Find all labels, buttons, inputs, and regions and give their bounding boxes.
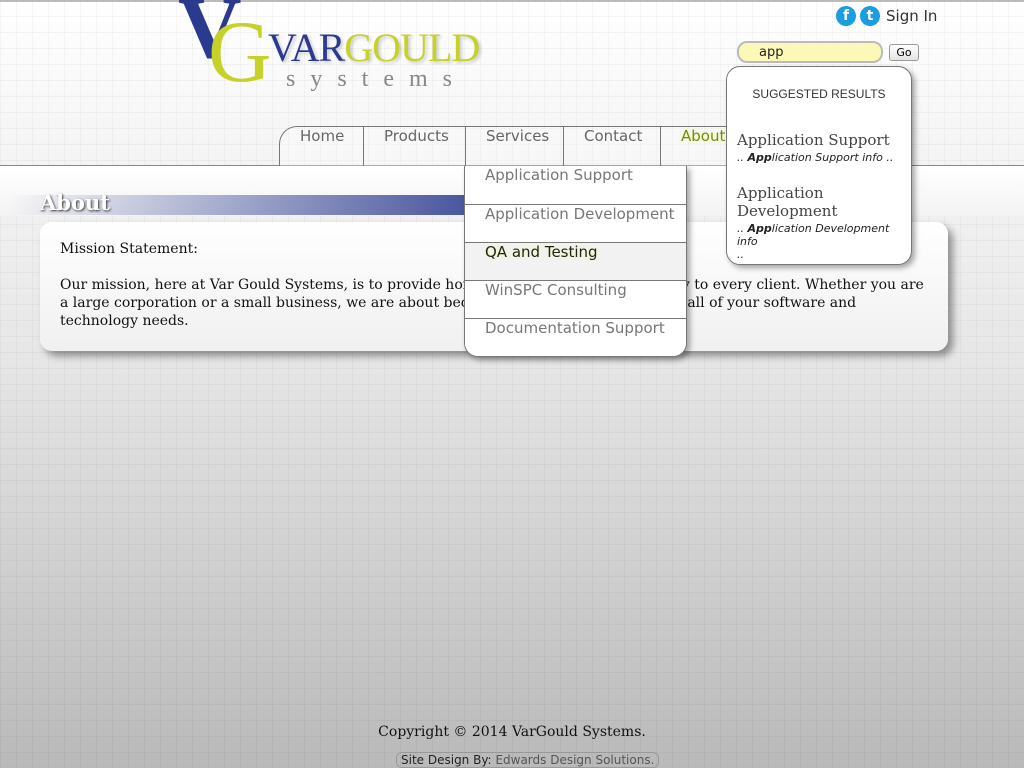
sign-in-link[interactable]: Sign In xyxy=(886,7,937,25)
search-go-button[interactable]: Go xyxy=(889,44,919,61)
facebook-icon[interactable]: f xyxy=(836,6,856,26)
search-input[interactable]: app xyxy=(737,41,883,63)
site-credit[interactable]: Site Design By: Edwards Design Solutions… xyxy=(396,752,660,768)
logo-g: G xyxy=(208,4,272,101)
logo[interactable]: V G VARGOULD systems xyxy=(178,0,480,101)
page-title: About xyxy=(40,190,110,215)
menu-winspc-consulting[interactable]: WinSPC Consulting xyxy=(465,280,686,318)
menu-qa-testing[interactable]: QA and Testing xyxy=(465,242,686,280)
menu-documentation-support[interactable]: Documentation Support xyxy=(465,318,686,356)
suggestion-title: Application Development xyxy=(737,184,838,220)
menu-application-support[interactable]: Application Support xyxy=(465,166,686,204)
suggestion-desc: .. Application Support info .. xyxy=(737,151,894,164)
logo-tagline: systems xyxy=(286,66,468,92)
social-links: f t Sign In xyxy=(836,6,937,26)
nav-services[interactable]: Services xyxy=(465,127,563,166)
suggestion-item[interactable]: Application Development .. Application D… xyxy=(737,184,901,261)
suggested-results-panel: SUGGESTED RESULTS Application Support ..… xyxy=(726,66,912,265)
suggestion-desc: .. Application Development info.. xyxy=(737,222,890,261)
nav-home[interactable]: Home xyxy=(280,127,363,166)
nav-products[interactable]: Products xyxy=(363,127,465,166)
menu-application-development[interactable]: Application Development xyxy=(465,204,686,242)
copyright: Copyright © 2014 VarGould Systems. xyxy=(378,724,646,740)
suggestion-title: Application Support xyxy=(737,131,890,149)
suggested-results-title: SUGGESTED RESULTS xyxy=(752,87,886,101)
twitter-icon[interactable]: t xyxy=(860,6,880,26)
logo-brand: VARGOULD xyxy=(268,25,480,70)
top-border xyxy=(0,0,1024,2)
suggestion-item[interactable]: Application Support .. Application Suppo… xyxy=(737,131,901,164)
nav-contact[interactable]: Contact xyxy=(563,127,660,166)
main-nav: Home Products Services Contact About xyxy=(279,126,747,166)
services-dropdown: Application Support Application Developm… xyxy=(464,166,687,357)
